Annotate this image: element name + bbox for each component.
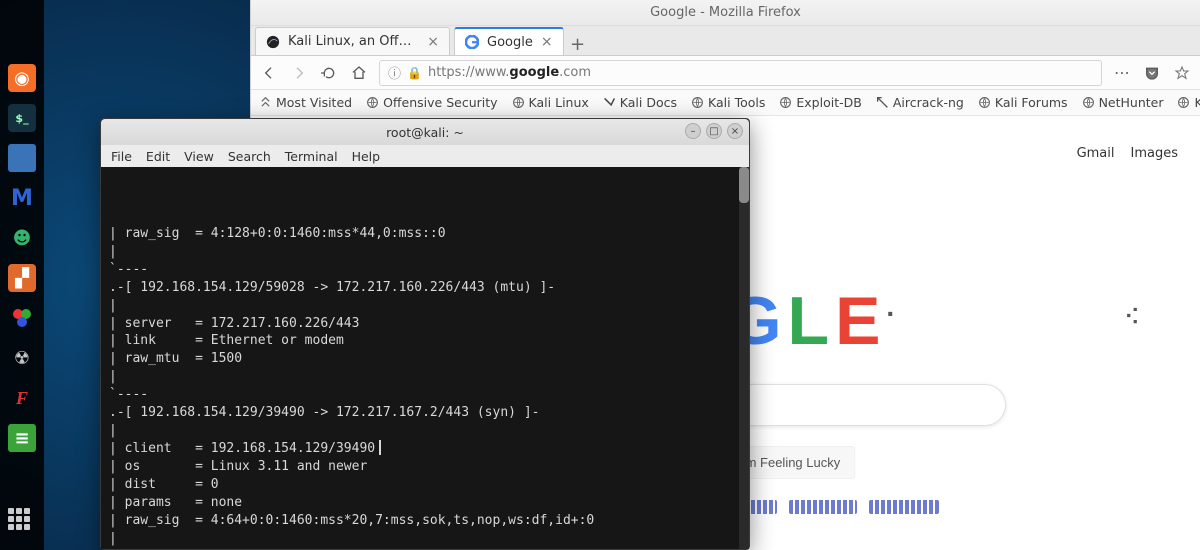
close-icon[interactable]: ×: [427, 34, 439, 50]
terminal-line: | params = none: [109, 494, 741, 512]
tab-label: Google: [487, 35, 533, 50]
terminal-line: |: [109, 368, 741, 386]
terminal-window: root@kali: ~ – □ × File Edit View Search…: [100, 118, 750, 550]
tab-label: Kali Linux, an Offensive Secu: [288, 34, 419, 49]
bookmark-most-visited[interactable]: Most Visited: [259, 95, 352, 110]
page-actions-icon[interactable]: ⋯: [1112, 63, 1132, 83]
lock-icon: 🔒: [407, 66, 422, 80]
terminal-line: | client = 192.168.154.129/39490: [109, 440, 741, 458]
bookmark-kali[interactable]: Kali Linux: [512, 95, 589, 110]
dock-wine-icon[interactable]: ☢: [8, 344, 36, 372]
terminal-line: .-[ 192.168.154.129/39490 -> 172.217.167…: [109, 404, 741, 422]
new-tab-button[interactable]: +: [564, 34, 592, 55]
scrollbar-thumb[interactable]: [739, 167, 749, 203]
firefox-nav-toolbar: ⓘ 🔒 https://www.google.com ⋯: [251, 56, 1200, 90]
bookmark-kaliforums[interactable]: Kali Forums: [978, 95, 1068, 110]
share-icon[interactable]: ⠪: [1124, 306, 1140, 331]
close-button[interactable]: ×: [727, 123, 743, 139]
dock-armitage-icon[interactable]: ☻: [8, 224, 36, 252]
terminal-line: | server = 172.217.160.226/443: [109, 315, 741, 333]
link-gmail[interactable]: Gmail: [1077, 146, 1115, 161]
terminal-line: `----: [109, 548, 741, 549]
tab-kali-linux[interactable]: Kali Linux, an Offensive Secu ×: [255, 27, 450, 55]
bookmarks-toolbar: Most Visited Offensive Security Kali Lin…: [251, 90, 1200, 116]
text-cursor: [379, 440, 381, 455]
site-info-icon[interactable]: ⓘ: [388, 63, 401, 82]
maximize-button[interactable]: □: [706, 123, 722, 139]
bookmark-aircrack[interactable]: Aircrack-ng: [876, 95, 964, 110]
bookmark-kalitools[interactable]: Kali Tools: [691, 95, 765, 110]
terminal-line: |: [109, 530, 741, 548]
terminal-line: | os = Linux 3.11 and newer: [109, 458, 741, 476]
terminal-line: |: [109, 243, 741, 261]
terminal-line: |: [109, 297, 741, 315]
terminal-scrollbar[interactable]: [739, 167, 749, 549]
terminal-line: |: [109, 422, 741, 440]
reload-button[interactable]: [319, 63, 339, 83]
bookmark-kalidocs[interactable]: Kali Docs: [603, 95, 677, 110]
dock-metasploit-icon[interactable]: M: [8, 184, 36, 212]
menu-file[interactable]: File: [111, 149, 132, 164]
terminal-line: | dist = 0: [109, 476, 741, 494]
menu-view[interactable]: View: [184, 149, 214, 164]
terminal-line: `----: [109, 261, 741, 279]
show-applications-icon[interactable]: [8, 508, 36, 536]
bookmark-exploitdb[interactable]: Exploit-DB: [779, 95, 861, 110]
dock-colors-icon[interactable]: [8, 304, 36, 332]
terminal-output[interactable]: | raw_sig = 4:128+0:0:1460:mss*44,0:mss:…: [101, 167, 749, 549]
terminal-title: root@kali: ~: [386, 125, 464, 140]
pocket-icon[interactable]: [1142, 63, 1162, 83]
bookmark-kalitrain[interactable]: Kali Train: [1177, 95, 1200, 110]
bookmark-offsec[interactable]: Offensive Security: [366, 95, 497, 110]
link-images[interactable]: Images: [1131, 146, 1179, 161]
dock-files-icon[interactable]: [8, 144, 36, 172]
terminal-menubar: File Edit View Search Terminal Help: [101, 145, 749, 167]
back-button[interactable]: [259, 63, 279, 83]
bookmark-star-icon[interactable]: [1172, 63, 1192, 83]
menu-help[interactable]: Help: [352, 149, 381, 164]
terminal-titlebar[interactable]: root@kali: ~ – □ ×: [101, 119, 749, 145]
language-link[interactable]: [869, 500, 939, 514]
dock-notes-icon[interactable]: ≡: [8, 424, 36, 452]
bookmark-nethunter[interactable]: NetHunter: [1082, 95, 1164, 110]
url-bar[interactable]: ⓘ 🔒 https://www.google.com: [379, 60, 1102, 86]
language-link[interactable]: [789, 500, 857, 514]
dock: ◉ $_ M ☻ ▞ ☢ F ≡: [0, 0, 44, 550]
dock-burp-icon[interactable]: ▞: [8, 264, 36, 292]
dock-firefox-icon[interactable]: ◉: [8, 64, 36, 92]
close-icon[interactable]: ×: [541, 34, 553, 50]
menu-terminal[interactable]: Terminal: [285, 149, 338, 164]
tab-google[interactable]: Google ×: [454, 27, 564, 55]
home-button[interactable]: [349, 63, 369, 83]
terminal-line: .-[ 192.168.154.129/59028 -> 172.217.160…: [109, 279, 741, 297]
terminal-line: | raw_sig = 4:128+0:0:1460:mss*44,0:mss:…: [109, 225, 741, 243]
kali-favicon-icon: [266, 35, 280, 49]
google-favicon-icon: [465, 35, 479, 49]
window-title: Google - Mozilla Firefox: [650, 5, 801, 20]
terminal-line: | link = Ethernet or modem: [109, 332, 741, 350]
terminal-line: `----: [109, 386, 741, 404]
terminal-line: | raw_mtu = 1500: [109, 350, 741, 368]
google-top-links: Gmail Images: [1077, 146, 1178, 161]
menu-edit[interactable]: Edit: [146, 149, 170, 164]
url-text: https://www.google.com: [428, 65, 591, 80]
firefox-titlebar: Google - Mozilla Firefox: [251, 0, 1200, 26]
menu-search[interactable]: Search: [228, 149, 271, 164]
dock-filezilla-icon[interactable]: F: [8, 384, 36, 412]
dock-terminal-icon[interactable]: $_: [8, 104, 36, 132]
terminal-line: | raw_sig = 4:64+0:0:1460:mss*20,7:mss,s…: [109, 512, 741, 530]
minimize-button[interactable]: –: [685, 123, 701, 139]
forward-button[interactable]: [289, 63, 309, 83]
firefox-tabstrip: Kali Linux, an Offensive Secu × Google ×…: [251, 26, 1200, 56]
